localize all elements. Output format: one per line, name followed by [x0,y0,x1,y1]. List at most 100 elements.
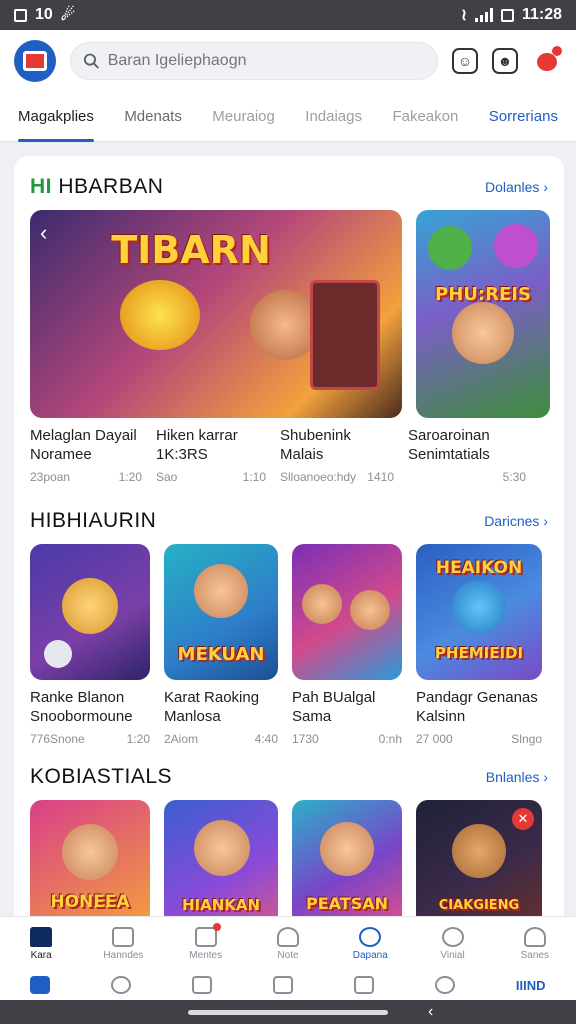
profile-icon [523,926,546,947]
tab-2[interactable]: Meuraiog [212,92,275,142]
character-face [320,822,374,876]
explore-icon [359,926,382,947]
search-icon[interactable] [434,976,455,994]
game-meta: 1730 0:nh [292,732,402,746]
nav-label: Mentes [189,949,223,961]
tab-1[interactable]: Mdenats [124,92,182,142]
section-title: HI HBARBAN [30,175,163,199]
see-more-label: Dolanles [484,179,540,195]
section-third: KOBIASTIALS Bnlanles › [14,762,564,792]
game-thumbnail[interactable]: PEATSAN [292,800,402,916]
game-card[interactable]: HIANKAN [164,800,278,916]
back-arrow-icon[interactable]: ‹ [40,220,47,246]
section-second: HIBHIAURIN Daricnes › [14,506,564,536]
section-title: HIBHIAURIN [30,509,157,532]
game-icon[interactable] [111,976,132,994]
minus-icon[interactable] [273,976,294,994]
app-logo[interactable] [14,40,56,82]
bug-icon[interactable] [532,46,562,76]
game-meta-left: Sao [156,470,178,484]
game-thumbnail[interactable]: PHU:REIS [416,210,550,418]
search-input[interactable] [107,52,425,70]
game-title-line2: Senimtatials [408,446,490,463]
game-info[interactable]: Hiken karrar 1K:3RS Sao 1:10 [156,426,266,484]
game-thumbnail[interactable] [30,544,150,680]
game-thumbnail[interactable]: HEAIKON PHEMIEIDI [416,544,542,680]
list-icon [112,926,135,947]
game-info[interactable]: Saroaroinan Senimtatials 5:30 [408,426,526,484]
back-icon[interactable]: ‹ [428,1003,433,1021]
game-meta-right: 5:30 [502,470,526,484]
tab-0[interactable]: Magakplies [18,92,94,142]
face-icon[interactable]: ☻ [492,48,518,74]
thumbnail-subtitle: PHEMIEIDI [434,644,524,662]
see-more-link[interactable]: Dolanles › [485,179,548,195]
game-card[interactable]: MEKUAN Karat Raoking Manlosa 2Aiom 4:40 [164,544,278,746]
character-face [350,590,390,630]
game-card[interactable]: ‹ TIBARN [30,210,402,418]
nav-item-4[interactable]: Dapana [334,926,406,961]
game-meta: 5:30 [408,470,526,484]
smile-icon[interactable]: ☺ [452,48,478,74]
system-gesture-bar: ‹ [0,1000,576,1024]
orb-shape [120,280,200,350]
search-icon [83,53,99,69]
home-icon[interactable] [30,976,51,994]
game-info[interactable]: Melaglan Dayail Noramee 23poan 1:20 [30,426,142,484]
content-area: HI HBARBAN Dolanles › ‹ TIBARN PHU:REIS [14,156,564,916]
game-title-line2: Kalsinn [416,708,466,725]
game-meta-right: 1:10 [242,470,266,484]
game-thumbnail[interactable]: HONEEA [30,800,150,916]
character-face [302,584,342,624]
tab-5[interactable]: Sorrerians [489,92,558,142]
game-info[interactable]: Shubenink Malais Slloanoeo:hdy 1410 [280,426,394,484]
game-thumbnail[interactable]: ‹ TIBARN [30,210,402,418]
game-card[interactable]: ✕ CIAKGIENG [416,800,542,916]
game-title-line1: Hiken karrar [156,427,238,444]
nav-item-3[interactable]: Note [252,926,324,961]
game-thumbnail[interactable]: ✕ CIAKGIENG [416,800,542,916]
battery-icon [500,8,514,22]
tab-4[interactable]: Fakeakon [392,92,458,142]
game-meta-left: 776Snone [30,732,85,746]
home-gesture-pill[interactable] [188,1009,388,1015]
game-title: Melaglan Dayail Noramee [30,426,142,464]
grid-icon[interactable] [192,976,213,994]
character-face [452,824,506,878]
see-more-link[interactable]: Daricnes › [484,513,548,529]
game-title-line1: Pah BUalgal [292,689,376,706]
category-tabs: Magakplies Mdenats Meuraiog Indaiags Fak… [0,92,576,142]
game-meta-right: 0:nh [378,732,402,746]
heart-icon [441,926,464,947]
game-card[interactable]: PEATSAN [292,800,402,916]
nav-label: Vinial [440,949,465,961]
game-thumbnail[interactable]: HIANKAN [164,800,278,916]
tab-3[interactable]: Indaiags [305,92,362,142]
section-title-prefix: HI [30,175,52,198]
search-box[interactable] [70,42,438,80]
game-card[interactable]: HONEEA [30,800,150,916]
game-card[interactable]: PHU:REIS [416,210,550,418]
game-card[interactable]: HEAIKON PHEMIEIDI Pandagr Genanas Kalsinn… [416,544,542,746]
sub-nav-text[interactable]: IIIND [516,978,546,993]
close-icon[interactable]: ✕ [512,808,534,830]
game-meta: 27 000 Slngo [416,732,542,746]
nav-label: Hanndes [103,949,144,961]
status-time: 11:28 [521,6,562,23]
nav-item-1[interactable]: Hanndes [87,926,159,961]
section-header: HIBHIAURIN Daricnes › [14,506,564,536]
game-card[interactable]: Ranke Blanon Snoobormoune 776Snone 1:20 [30,544,150,746]
inbox-icon[interactable] [354,976,375,994]
section-featured: HI HBARBAN Dolanles › [14,172,564,202]
nav-item-home[interactable]: Kara [5,926,77,961]
nav-item-6[interactable]: Sanes [499,926,571,961]
game-thumbnail[interactable]: MEKUAN [164,544,278,680]
game-thumbnail[interactable] [292,544,402,680]
game-card[interactable]: Pah BUalgal Sama 1730 0:nh [292,544,402,746]
signal-icon [474,8,493,22]
nav-item-5[interactable]: Vinial [417,926,489,961]
game-meta-right: Slngo [511,732,542,746]
see-more-link[interactable]: Bnlanles › [486,769,548,785]
nav-item-2[interactable]: Mentes [170,922,242,961]
game-meta: 23poan 1:20 [30,470,142,484]
